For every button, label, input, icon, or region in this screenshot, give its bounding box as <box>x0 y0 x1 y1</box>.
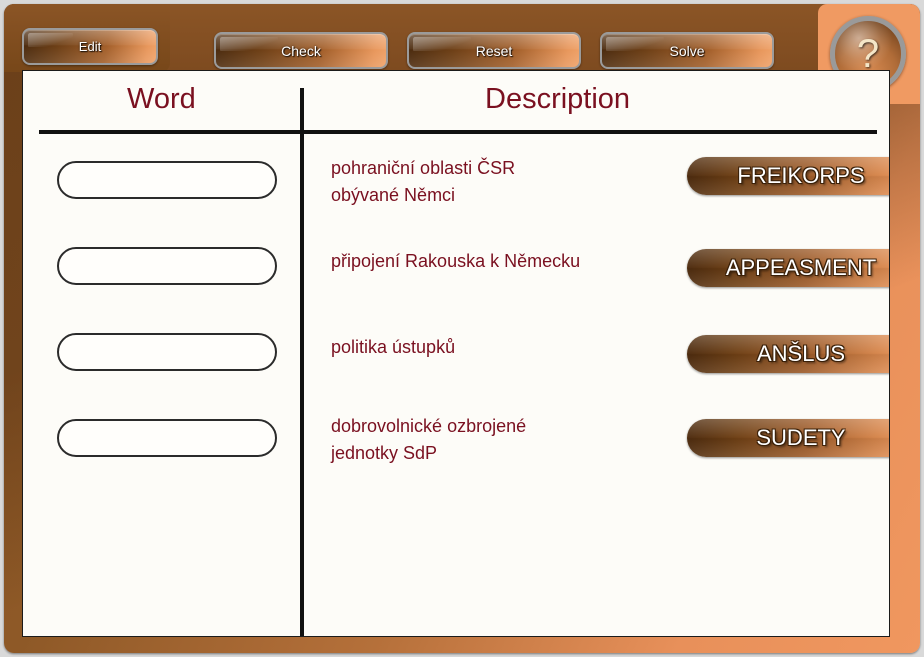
description-text-0: pohraniční oblasti ČSR obývané Němci <box>331 158 516 205</box>
description-text-3: dobrovolnické ozbrojené jednotky SdP <box>331 416 527 463</box>
word-bank-button-3[interactable]: SUDETY <box>687 419 889 457</box>
reset-button[interactable]: Reset <box>407 32 581 69</box>
word-bank-button-0[interactable]: FREIKORPS <box>687 157 889 195</box>
exercise-row: pohraniční oblasti ČSR obývané Němci FRE… <box>23 155 889 221</box>
header-divider-rule <box>39 130 877 134</box>
description-text-2: politika ústupků <box>331 337 456 357</box>
word-bank-button-1[interactable]: APPEASMENT <box>687 249 889 287</box>
edit-button[interactable]: Edit <box>22 28 158 65</box>
word-bank-button-2[interactable]: ANŠLUS <box>687 335 889 373</box>
answer-input-3[interactable] <box>57 419 277 457</box>
exercise-row: dobrovolnické ozbrojené jednotky SdP SUD… <box>23 413 889 479</box>
exercise-content-panel: Word Description pohraniční oblasti ČSR … <box>22 70 890 637</box>
word-column-heading: Word <box>127 83 196 115</box>
check-button[interactable]: Check <box>214 32 388 69</box>
description-column-heading: Description <box>485 83 631 115</box>
answer-input-0[interactable] <box>57 161 277 199</box>
application-window: Edit Check Reset Solve ? Word Descriptio… <box>4 4 920 653</box>
description-text-1: připojení Rakouska k Německu <box>331 251 581 271</box>
answer-input-1[interactable] <box>57 247 277 285</box>
exercise-row: politika ústupků ANŠLUS <box>23 327 889 393</box>
exercise-row: připojení Rakouska k Německu APPEASMENT <box>23 241 889 307</box>
answer-input-2[interactable] <box>57 333 277 371</box>
solve-button[interactable]: Solve <box>600 32 774 69</box>
